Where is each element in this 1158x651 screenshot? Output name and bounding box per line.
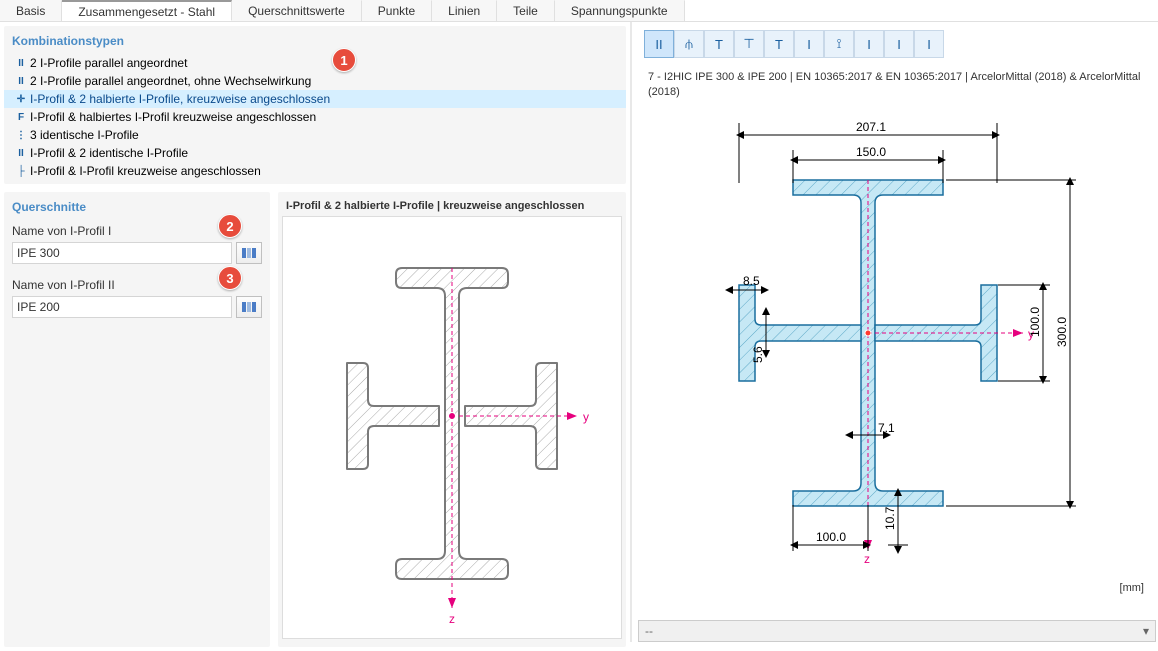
tab-spannungspunkte[interactable]: Spannungspunkte bbox=[555, 0, 685, 21]
profile2-library-button[interactable] bbox=[236, 296, 262, 318]
combination-item-2[interactable]: ✛I-Profil & 2 halbierte I-Profile, kreuz… bbox=[4, 90, 626, 108]
preview-canvas: y z bbox=[282, 216, 622, 639]
tab-teile[interactable]: Teile bbox=[497, 0, 555, 21]
combination-item-5[interactable]: III-Profil & 2 identische I-Profile bbox=[4, 144, 626, 162]
view-toolbutton-2[interactable]: T bbox=[704, 30, 734, 58]
combination-item-3[interactable]: FI-Profil & halbiertes I-Profil kreuzwei… bbox=[4, 108, 626, 126]
view-toolbutton-9[interactable]: I bbox=[914, 30, 944, 58]
svg-text:z: z bbox=[864, 552, 870, 566]
unit-label: [mm] bbox=[1120, 582, 1144, 594]
combination-item-label: I-Profil & 2 identische I-Profile bbox=[30, 146, 188, 160]
profile1-input[interactable] bbox=[12, 242, 232, 264]
tab-basis[interactable]: Basis bbox=[0, 0, 62, 21]
combination-item-label: 3 identische I-Profile bbox=[30, 128, 139, 142]
preview-title: I-Profil & 2 halbierte I-Profile | kreuz… bbox=[278, 196, 626, 216]
tab-linien[interactable]: Linien bbox=[432, 0, 497, 21]
combination-item-label: I-Profil & 2 halbierte I-Profile, kreuzw… bbox=[30, 92, 330, 106]
svg-text:207.1: 207.1 bbox=[856, 120, 886, 134]
section-type-toolbar: II⫛T⊤TI⟟III bbox=[644, 30, 1158, 60]
view-toolbutton-7[interactable]: I bbox=[854, 30, 884, 58]
axis-z-label: z bbox=[449, 612, 455, 623]
svg-text:7.1: 7.1 bbox=[878, 421, 895, 435]
section-dimension-view: y z bbox=[638, 105, 1158, 618]
combination-item-label: 2 I-Profile parallel angeordnet, ohne We… bbox=[30, 74, 311, 88]
preview-panel: I-Profil & 2 halbierte I-Profile | kreuz… bbox=[278, 192, 626, 647]
step-badge-1: 1 bbox=[332, 48, 356, 72]
combination-item-6[interactable]: ├I-Profil & I-Profil kreuzweise angeschl… bbox=[4, 162, 626, 180]
profile2-input[interactable] bbox=[12, 296, 232, 318]
section-description: 7 - I2HIC IPE 300 & IPE 200 | EN 10365:2… bbox=[638, 60, 1158, 105]
combination-item-icon: F bbox=[12, 112, 30, 123]
svg-text:5.6: 5.6 bbox=[751, 346, 765, 363]
result-dropdown[interactable]: -- ▾ bbox=[638, 620, 1156, 642]
tab-querschnittswerte[interactable]: Querschnittswerte bbox=[232, 0, 362, 21]
view-toolbutton-0[interactable]: II bbox=[644, 30, 674, 58]
svg-text:150.0: 150.0 bbox=[856, 145, 886, 159]
view-toolbutton-8[interactable]: I bbox=[884, 30, 914, 58]
view-toolbutton-4[interactable]: T bbox=[764, 30, 794, 58]
combination-item-1[interactable]: II2 I-Profile parallel angeordnet, ohne … bbox=[4, 72, 626, 90]
svg-text:100.0: 100.0 bbox=[816, 530, 846, 544]
combination-item-icon: II bbox=[12, 76, 30, 87]
step-badge-3: 3 bbox=[218, 266, 242, 290]
profile1-library-button[interactable] bbox=[236, 242, 262, 264]
axis-y-label: y bbox=[583, 410, 589, 424]
main-tabs: BasisZusammengesetzt - StahlQuerschnitts… bbox=[0, 0, 1158, 22]
chevron-down-icon: ▾ bbox=[1143, 624, 1149, 638]
combination-item-icon: ⋮ bbox=[12, 130, 30, 141]
combination-item-icon: II bbox=[12, 58, 30, 69]
svg-text:300.0: 300.0 bbox=[1055, 316, 1069, 346]
combination-item-0[interactable]: II2 I-Profile parallel angeordnet bbox=[4, 54, 626, 72]
view-toolbutton-1[interactable]: ⫛ bbox=[674, 30, 704, 58]
combination-item-icon: ✛ bbox=[12, 94, 30, 105]
combination-item-label: I-Profil & I-Profil kreuzweise angeschlo… bbox=[30, 164, 261, 178]
tab-zusammengesetzt-stahl[interactable]: Zusammengesetzt - Stahl bbox=[62, 0, 232, 21]
combination-item-label: I-Profil & halbiertes I-Profil kreuzweis… bbox=[30, 110, 316, 124]
view-toolbutton-3[interactable]: ⊤ bbox=[734, 30, 764, 58]
svg-text:100.0: 100.0 bbox=[1028, 306, 1042, 336]
combination-item-icon: II bbox=[12, 148, 30, 159]
step-badge-2: 2 bbox=[218, 214, 242, 238]
combination-item-4[interactable]: ⋮3 identische I-Profile bbox=[4, 126, 626, 144]
combination-types-title: Kombinationstypen bbox=[4, 30, 626, 54]
combination-list: 1 II2 I-Profile parallel angeordnetII2 I… bbox=[4, 54, 626, 180]
combination-types-panel: Kombinationstypen 1 II2 I-Profile parall… bbox=[4, 26, 626, 184]
view-toolbutton-6[interactable]: ⟟ bbox=[824, 30, 854, 58]
svg-text:8.5: 8.5 bbox=[743, 274, 760, 288]
combination-item-icon: ├ bbox=[12, 166, 30, 177]
cross-sections-panel: 2 3 Querschnitte Name von I-Profil I Nam… bbox=[4, 192, 270, 647]
svg-text:10.7: 10.7 bbox=[883, 506, 897, 530]
view-toolbutton-5[interactable]: I bbox=[794, 30, 824, 58]
combination-item-label: 2 I-Profile parallel angeordnet bbox=[30, 56, 187, 70]
tab-punkte[interactable]: Punkte bbox=[362, 0, 432, 21]
